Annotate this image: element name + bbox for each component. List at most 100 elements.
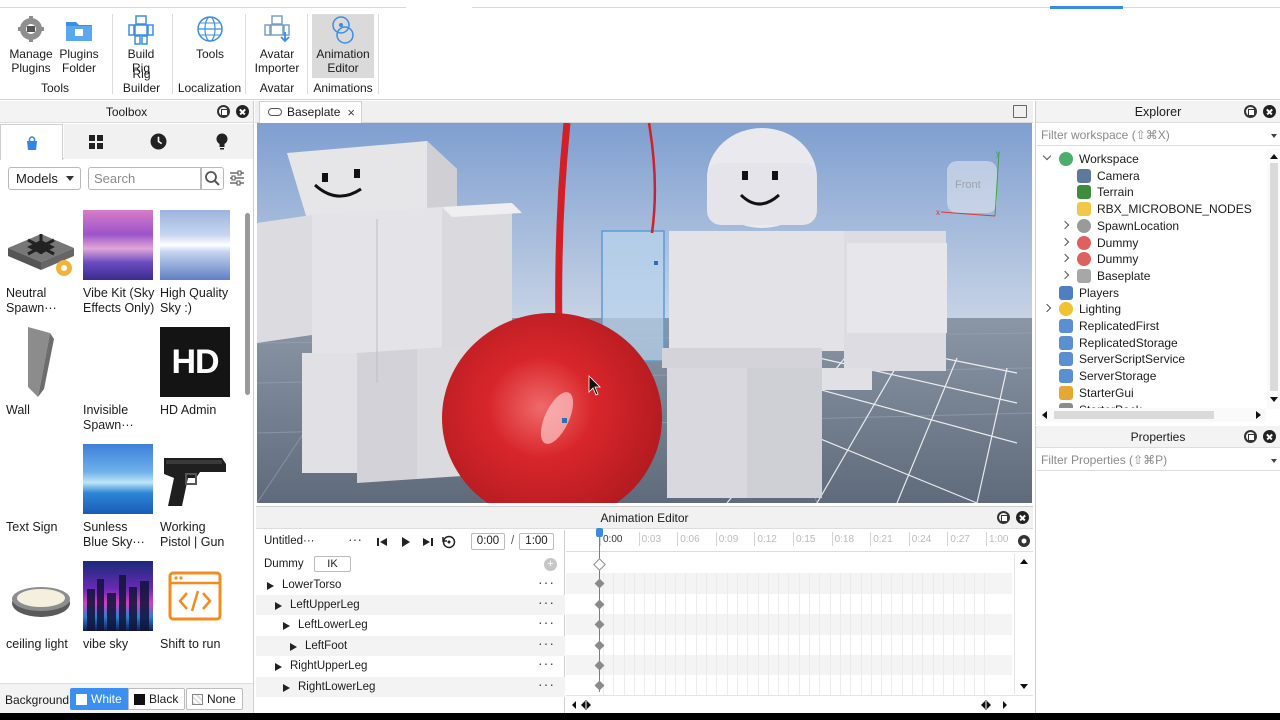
- expand-arrow-icon[interactable]: [283, 683, 290, 692]
- tab-creations[interactable]: [190, 124, 253, 159]
- timeline-vertical-scrollbar[interactable]: [1014, 554, 1032, 694]
- close-icon[interactable]: [1263, 105, 1276, 118]
- expand-arrow-icon[interactable]: [283, 622, 290, 631]
- end-time-input[interactable]: 1:00: [519, 533, 554, 550]
- toolbox-item[interactable]: ceiling light: [6, 561, 78, 652]
- expand-arrow-icon[interactable]: [290, 642, 297, 651]
- background-none-button[interactable]: None: [186, 688, 243, 710]
- skip-to-end-button[interactable]: [419, 533, 437, 551]
- loop-button[interactable]: [440, 533, 458, 551]
- timeline-horizontal-scrollbar[interactable]: [566, 695, 1033, 714]
- toolbox-item[interactable]: Text Sign: [6, 444, 78, 535]
- current-time-input[interactable]: 0:00: [471, 533, 505, 550]
- filter-sliders-icon[interactable]: [229, 170, 245, 186]
- track-row[interactable]: RightLowerLeg ···: [256, 674, 565, 697]
- toolbox-item[interactable]: Wall: [6, 327, 78, 418]
- explorer-tree-row[interactable]: Dummy: [1037, 251, 1266, 268]
- explorer-tree-row[interactable]: Baseplate: [1037, 268, 1266, 285]
- scrollbar-thumb[interactable]: [245, 213, 250, 395]
- timeline-row[interactable]: [566, 553, 1012, 574]
- skip-to-start-button[interactable]: [373, 533, 391, 551]
- chevron-right-icon[interactable]: [1060, 237, 1070, 246]
- chevron-right-icon[interactable]: [1060, 220, 1070, 230]
- tab-recent[interactable]: [127, 124, 190, 159]
- explorer-tree-row[interactable]: SpawnLocation: [1037, 218, 1266, 235]
- restore-icon[interactable]: [217, 105, 230, 118]
- chevron-down-icon[interactable]: [1042, 151, 1052, 161]
- timeline-ruler[interactable]: 0:00 0:03 0:06 0:09 0:12 0:15 0:18 0:21 0:24 0:27…: [566, 530, 1033, 552]
- tab-baseplate[interactable]: Baseplate ×: [259, 101, 362, 123]
- track-row[interactable]: LeftFoot ···: [256, 633, 565, 657]
- explorer-tree-row[interactable]: Terrain: [1037, 184, 1266, 201]
- plugins-folder-button[interactable]: Plugins Folder: [56, 14, 102, 78]
- track-row[interactable]: LeftLowerLeg ···: [256, 614, 565, 636]
- toolbox-item[interactable]: HD HD Admin: [160, 327, 232, 418]
- explorer-tree-row[interactable]: ReplicatedStorage: [1037, 335, 1266, 352]
- timeline-grid[interactable]: [566, 553, 1012, 696]
- filter-properties-input[interactable]: Filter Properties (⇧⌘P): [1037, 449, 1280, 471]
- expand-arrow-icon[interactable]: [275, 601, 282, 610]
- explorer-tree-row[interactable]: StarterGui: [1037, 385, 1266, 402]
- category-dropdown[interactable]: Models: [8, 167, 81, 190]
- chevron-right-icon[interactable]: [1042, 304, 1052, 313]
- explorer-tree-row[interactable]: ServerStorage: [1037, 368, 1266, 385]
- restore-icon[interactable]: [1244, 430, 1257, 443]
- tab-inventory[interactable]: [64, 124, 127, 159]
- toolbox-item[interactable]: Sunless Blue Sky···: [83, 444, 155, 550]
- explorer-tree-row[interactable]: Players: [1037, 285, 1266, 302]
- expand-arrow-icon[interactable]: [267, 581, 274, 590]
- explorer-tree-row[interactable]: RBX_MICROBONE_NODES: [1037, 201, 1266, 218]
- toolbox-item[interactable]: Neutral Spawn···: [6, 210, 78, 316]
- restore-icon[interactable]: [1244, 105, 1257, 118]
- track-row[interactable]: RightUpperLeg ···: [256, 653, 565, 677]
- chevron-right-icon[interactable]: [1060, 253, 1070, 263]
- close-icon[interactable]: [1263, 430, 1276, 443]
- toolbox-item[interactable]: High Quality Sky :): [160, 210, 232, 316]
- track-row[interactable]: LeftUpperLeg ···: [256, 592, 565, 616]
- animation-editor-button[interactable]: Animation Editor: [312, 14, 374, 78]
- track-menu-button[interactable]: ···: [538, 633, 555, 653]
- search-input[interactable]: Search: [88, 167, 201, 190]
- play-button[interactable]: [396, 533, 414, 551]
- scrubber-handle[interactable]: [596, 528, 603, 537]
- chevron-right-icon[interactable]: [1060, 270, 1070, 280]
- background-black-button[interactable]: Black: [128, 688, 186, 710]
- explorer-tree-row[interactable]: ReplicatedFirst: [1037, 318, 1266, 335]
- search-button[interactable]: [201, 167, 224, 190]
- tab-marketplace[interactable]: [0, 124, 63, 160]
- close-icon[interactable]: [1016, 511, 1029, 524]
- add-track-icon[interactable]: +: [544, 558, 557, 571]
- explorer-horizontal-scrollbar[interactable]: [1037, 408, 1266, 422]
- expand-arrow-icon[interactable]: [275, 663, 282, 672]
- track-row[interactable]: LowerTorso ···: [256, 572, 565, 596]
- animation-menu-button[interactable]: ···: [348, 531, 362, 547]
- animation-name[interactable]: Untitled···: [264, 535, 314, 547]
- split-view-icon[interactable]: [1013, 105, 1027, 118]
- track-menu-button[interactable]: ···: [538, 674, 555, 694]
- close-icon[interactable]: [236, 105, 249, 118]
- explorer-tree-row[interactable]: ServerScriptService: [1037, 351, 1266, 368]
- 3d-viewport[interactable]: Front y x: [257, 123, 1032, 503]
- close-tab-icon[interactable]: ×: [347, 102, 355, 123]
- toolbox-item[interactable]: vibe sky: [83, 561, 155, 652]
- toolbox-item[interactable]: Shift to run: [160, 561, 232, 652]
- explorer-tree-row[interactable]: Dummy: [1037, 235, 1266, 252]
- track-menu-button[interactable]: ···: [538, 653, 555, 673]
- avatar-importer-button[interactable]: Avatar Importer: [251, 14, 303, 78]
- toolbox-item[interactable]: Invisible Spawn···: [83, 327, 155, 433]
- filter-workspace-input[interactable]: Filter workspace (⇧⌘X): [1037, 124, 1280, 146]
- timeline-settings-icon[interactable]: [1016, 533, 1032, 549]
- explorer-vertical-scrollbar[interactable]: [1267, 149, 1280, 409]
- toolbox-scrollbar[interactable]: [243, 208, 252, 686]
- track-menu-button[interactable]: ···: [538, 592, 555, 612]
- explorer-tree-row[interactable]: Lighting: [1037, 301, 1266, 318]
- restore-icon[interactable]: [997, 511, 1010, 524]
- localization-tools-button[interactable]: Tools: [186, 14, 234, 78]
- manage-plugins-button[interactable]: Manage Plugins: [6, 14, 56, 78]
- explorer-tree-row[interactable]: Workspace: [1037, 151, 1266, 168]
- toolbox-item[interactable]: Vibe Kit (Sky Effects Only): [83, 210, 155, 316]
- background-white-button[interactable]: White: [70, 688, 129, 710]
- ik-button[interactable]: IK: [314, 556, 351, 572]
- track-menu-button[interactable]: ···: [538, 572, 555, 592]
- explorer-tree-row[interactable]: Camera: [1037, 168, 1266, 185]
